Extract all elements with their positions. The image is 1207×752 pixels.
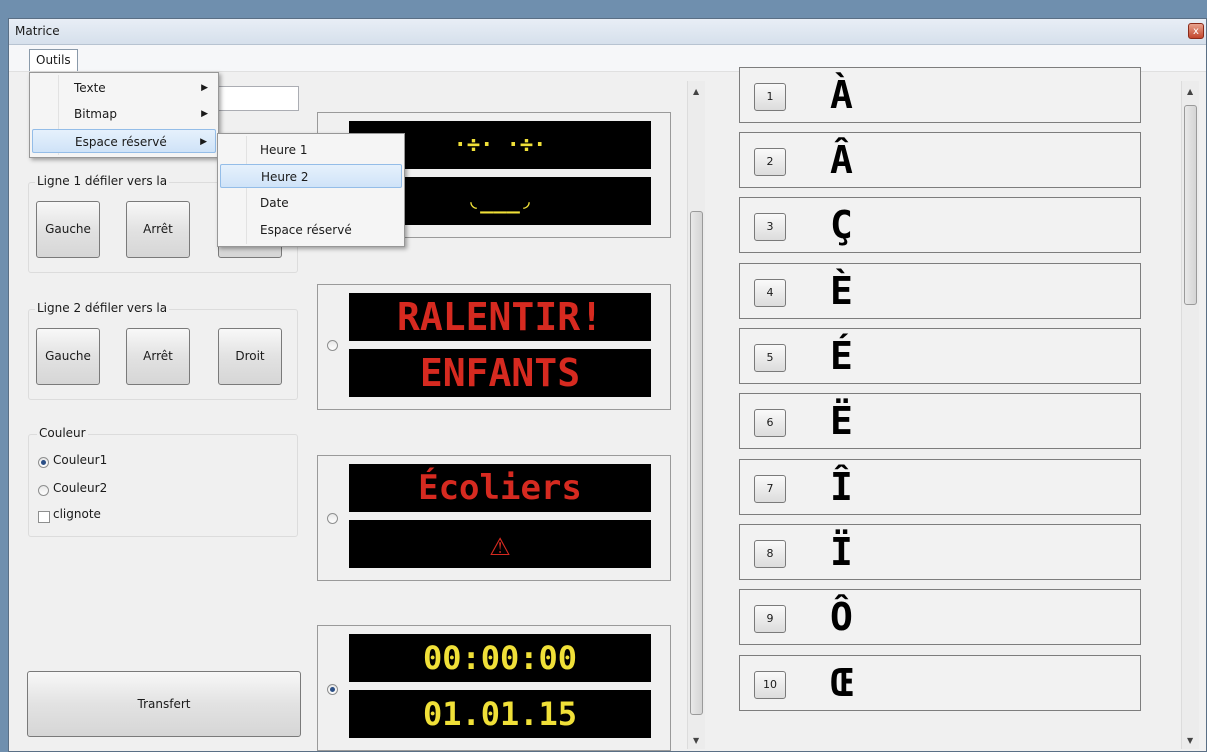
display-panel-4[interactable]: 00:00:00 01.01.15 — [317, 625, 671, 751]
couleur-label: Couleur — [37, 426, 88, 440]
ligne2-stop-button[interactable]: Arrêt — [126, 328, 190, 385]
char-row: 1 À — [739, 67, 1141, 123]
char-glyph: Ô — [830, 595, 853, 639]
couleur2-radio[interactable] — [38, 485, 49, 496]
submenu-item-espace-reserve[interactable]: Espace réservé — [220, 218, 402, 242]
menu-item-bitmap[interactable]: Bitmap ▶ — [32, 102, 216, 126]
char-button[interactable]: 10 — [754, 671, 786, 699]
display-4-radio[interactable] — [327, 684, 338, 695]
scroll-up-arrow-icon[interactable]: ▲ — [693, 87, 699, 96]
ligne1-label: Ligne 1 défiler vers la — [35, 174, 170, 188]
ligne2-right-label: Droit — [235, 349, 265, 363]
submenu-arrow-icon: ▶ — [200, 137, 207, 147]
ligne2-label: Ligne 2 défiler vers la — [35, 301, 170, 315]
char-row: 8 Ï — [739, 524, 1141, 580]
char-glyph: Â — [830, 138, 853, 182]
char-glyph: È — [830, 269, 853, 313]
char-glyph: Ï — [830, 530, 853, 574]
display-2-line1: RALENTIR! — [349, 293, 651, 341]
display-3-line2: ⚠ — [349, 520, 651, 568]
scroll-down-arrow-icon[interactable]: ▼ — [693, 736, 699, 745]
ligne2-right-button[interactable]: Droit — [218, 328, 282, 385]
submenu-item-heure2-label: Heure 2 — [261, 170, 309, 184]
display-3-radio[interactable] — [327, 513, 338, 524]
char-glyph: É — [830, 334, 853, 378]
couleur-group: Couleur Couleur1 Couleur2 clignote — [28, 426, 298, 537]
display-panel-2[interactable]: RALENTIR! ENFANTS — [317, 284, 671, 410]
menu-outils[interactable]: Outils — [29, 49, 78, 71]
submenu-item-heure1[interactable]: Heure 1 — [220, 138, 402, 162]
char-row: 9 Ô — [739, 589, 1141, 645]
char-button[interactable]: 9 — [754, 605, 786, 633]
char-button[interactable]: 2 — [754, 148, 786, 176]
transfer-button[interactable]: Transfert — [27, 671, 301, 737]
characters-scroll-thumb[interactable] — [1184, 105, 1197, 305]
clignote-checkbox[interactable] — [38, 511, 50, 523]
couleur2-label: Couleur2 — [53, 481, 108, 495]
char-button[interactable]: 8 — [754, 540, 786, 568]
submenu-item-date-label: Date — [260, 196, 289, 210]
char-glyph: Î — [830, 465, 853, 509]
submenu-item-date[interactable]: Date — [220, 191, 402, 215]
couleur1-label: Couleur1 — [53, 453, 108, 467]
ligne1-stop-button[interactable]: Arrêt — [126, 201, 190, 258]
char-row: 4 È — [739, 263, 1141, 319]
chars-scroll-up-arrow-icon[interactable]: ▲ — [1187, 87, 1193, 96]
chars-scroll-down-arrow-icon[interactable]: ▼ — [1187, 736, 1193, 745]
displays-scrollbar[interactable]: ▲ ▼ — [687, 81, 705, 749]
menu-item-espace-reserve[interactable]: Espace réservé ▶ — [32, 129, 216, 153]
char-row: 3 Ç — [739, 197, 1141, 253]
submenu-item-heure2[interactable]: Heure 2 — [220, 164, 402, 188]
clignote-label: clignote — [53, 507, 101, 521]
matrice-window: Matrice x Outils Ligne 1 défiler vers la… — [8, 18, 1207, 752]
char-button[interactable]: 3 — [754, 213, 786, 241]
ligne2-group: Ligne 2 défiler vers la Gauche Arrêt Dro… — [28, 301, 298, 400]
couleur1-radio[interactable] — [38, 457, 49, 468]
ligne2-left-button[interactable]: Gauche — [36, 328, 100, 385]
ligne1-left-label: Gauche — [45, 222, 91, 236]
char-row: 10 Œ — [739, 655, 1141, 711]
char-button[interactable]: 6 — [754, 409, 786, 437]
submenu-arrow-icon: ▶ — [201, 83, 208, 93]
display-panel-3[interactable]: Écoliers ⚠ — [317, 455, 671, 581]
char-glyph: Œ — [830, 661, 853, 705]
display-3-line1: Écoliers — [349, 464, 651, 512]
menu-item-espace-reserve-label: Espace réservé — [75, 135, 167, 149]
char-row: 6 Ë — [739, 393, 1141, 449]
char-button[interactable]: 1 — [754, 83, 786, 111]
displays-scroll-thumb[interactable] — [690, 211, 703, 715]
characters-scrollbar[interactable]: ▲ ▼ — [1181, 81, 1199, 749]
menu-item-bitmap-label: Bitmap — [74, 107, 117, 121]
char-button[interactable]: 4 — [754, 279, 786, 307]
display-4-line1: 00:00:00 — [349, 634, 651, 682]
ligne1-left-button[interactable]: Gauche — [36, 201, 100, 258]
char-glyph: Ë — [830, 399, 853, 443]
menu-item-texte[interactable]: Texte ▶ — [32, 76, 216, 100]
transfer-label: Transfert — [137, 697, 191, 711]
display-2-radio[interactable] — [327, 340, 338, 351]
text-input[interactable] — [209, 86, 299, 111]
outils-dropdown: Texte ▶ Bitmap ▶ Espace réservé ▶ — [29, 72, 219, 158]
char-row: 5 É — [739, 328, 1141, 384]
char-button[interactable]: 5 — [754, 344, 786, 372]
ligne1-stop-label: Arrêt — [143, 222, 173, 236]
display-4-line2: 01.01.15 — [349, 690, 651, 738]
ligne2-stop-label: Arrêt — [143, 349, 173, 363]
submenu-item-espace-reserve-label: Espace réservé — [260, 223, 352, 237]
close-button[interactable]: x — [1188, 23, 1204, 39]
char-glyph: Ç — [830, 203, 853, 247]
menu-item-texte-label: Texte — [74, 81, 106, 95]
char-row: 7 Î — [739, 459, 1141, 515]
window-title: Matrice — [15, 24, 60, 38]
submenu-item-heure1-label: Heure 1 — [260, 143, 308, 157]
char-row: 2 Â — [739, 132, 1141, 188]
submenu-arrow-icon: ▶ — [201, 109, 208, 119]
title-bar: Matrice x — [9, 19, 1206, 45]
display-2-line2: ENFANTS — [349, 349, 651, 397]
espace-reserve-submenu: Heure 1 Heure 2 Date Espace réservé — [217, 133, 405, 247]
ligne2-left-label: Gauche — [45, 349, 91, 363]
char-glyph: À — [830, 73, 853, 117]
char-button[interactable]: 7 — [754, 475, 786, 503]
